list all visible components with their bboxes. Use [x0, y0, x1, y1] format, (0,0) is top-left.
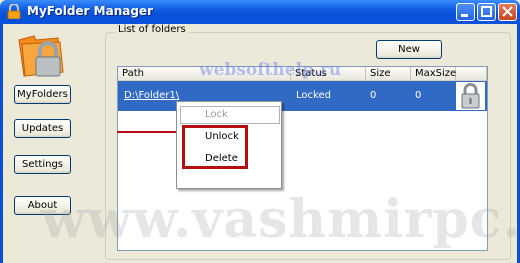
myfolders-button[interactable]: MyFolders [14, 85, 71, 104]
settings-button[interactable]: Settings [14, 155, 71, 174]
window-title: MyFolder Manager [27, 4, 153, 18]
cell-size: 0 [370, 90, 377, 101]
cell-status: Locked [296, 90, 331, 101]
column-header-size[interactable]: Size [366, 67, 411, 81]
maximize-button[interactable] [477, 3, 496, 21]
cell-maxsize: 0 [415, 90, 422, 101]
minimize-button[interactable] [456, 3, 475, 21]
new-button[interactable]: New [376, 40, 442, 59]
about-button[interactable]: About [14, 196, 71, 215]
context-menu-hover [180, 106, 280, 124]
padlock-icon [461, 83, 480, 109]
maximize-icon [481, 6, 492, 17]
column-header-path[interactable]: Path [118, 67, 291, 81]
highlight-box [182, 125, 248, 169]
group-label: List of folders [115, 24, 189, 35]
close-button[interactable] [498, 3, 517, 21]
column-header-status[interactable]: Status [291, 67, 366, 81]
lock-cell[interactable] [456, 82, 485, 110]
cell-path[interactable]: D:\Folder1\ [124, 90, 179, 101]
title-bar[interactable]: MyFolder Manager [0, 0, 520, 24]
padlock-icon [7, 4, 21, 19]
column-header-blank[interactable] [456, 67, 487, 81]
folder-lock-logo-icon [18, 35, 64, 77]
close-icon [502, 6, 513, 17]
updates-button[interactable]: Updates [14, 119, 71, 138]
folders-list[interactable]: Path Status Size MaxSize D:\Folder1\ Loc… [117, 66, 488, 251]
menu-item-lock[interactable]: Lock [205, 109, 228, 120]
column-header-maxsize[interactable]: MaxSize [411, 67, 456, 81]
minimize-icon [461, 14, 468, 17]
app-window: MyFolder Manager MyFolders Updates Setti… [0, 0, 520, 263]
client-area: MyFolders Updates Settings About List of… [3, 24, 520, 263]
